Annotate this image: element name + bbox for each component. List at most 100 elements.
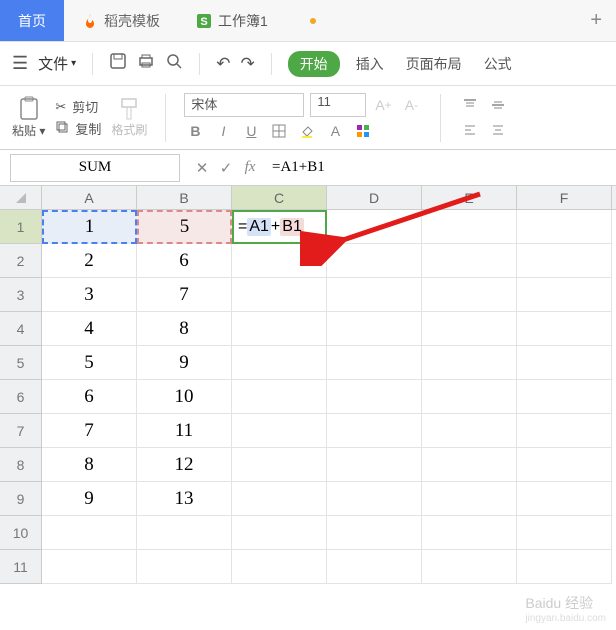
cell-D10[interactable] xyxy=(327,516,422,550)
cell-E4[interactable] xyxy=(422,312,517,346)
cell-C2[interactable] xyxy=(232,244,327,278)
font-size-select[interactable]: 11 xyxy=(310,93,366,117)
select-all-corner[interactable] xyxy=(0,186,42,209)
cell-C7[interactable] xyxy=(232,414,327,448)
increase-font-icon[interactable]: A+ xyxy=(372,94,394,116)
ribbon-start[interactable]: 开始 xyxy=(288,51,340,77)
cell-F4[interactable] xyxy=(517,312,612,346)
cell-A4[interactable]: 4 xyxy=(42,312,137,346)
cell-F1[interactable] xyxy=(517,210,612,244)
cell-F10[interactable] xyxy=(517,516,612,550)
cell-D11[interactable] xyxy=(327,550,422,584)
redo-icon[interactable]: ↷ xyxy=(240,54,254,74)
cell-E10[interactable] xyxy=(422,516,517,550)
cell-B4[interactable]: 8 xyxy=(137,312,232,346)
cell-D3[interactable] xyxy=(327,278,422,312)
cell-B2[interactable]: 6 xyxy=(137,244,232,278)
cell-E6[interactable] xyxy=(422,380,517,414)
row-header[interactable]: 4 xyxy=(0,312,42,346)
cell-E9[interactable] xyxy=(422,482,517,516)
cell-B6[interactable]: 10 xyxy=(137,380,232,414)
cell-B3[interactable]: 7 xyxy=(137,278,232,312)
formula-input[interactable] xyxy=(262,159,616,176)
cell-C10[interactable] xyxy=(232,516,327,550)
tab-workbook[interactable]: S 工作簿1 xyxy=(178,0,286,41)
cell-D1[interactable] xyxy=(327,210,422,244)
cell-A5[interactable]: 5 xyxy=(42,346,137,380)
align-middle-icon[interactable] xyxy=(487,94,509,116)
fill-color-button[interactable] xyxy=(296,120,318,142)
cell-B7[interactable]: 11 xyxy=(137,414,232,448)
row-header[interactable]: 8 xyxy=(0,448,42,482)
col-F[interactable]: F xyxy=(517,186,612,209)
cell-C1[interactable]: =A1 + B1 xyxy=(232,210,327,244)
cell-D8[interactable] xyxy=(327,448,422,482)
menu-icon[interactable]: ☰ xyxy=(12,53,28,74)
cell-F9[interactable] xyxy=(517,482,612,516)
row-header[interactable]: 7 xyxy=(0,414,42,448)
tab-home[interactable]: 首页 xyxy=(0,0,64,41)
cell-E5[interactable] xyxy=(422,346,517,380)
undo-icon[interactable]: ↶ xyxy=(216,54,230,74)
row-header[interactable]: 10 xyxy=(0,516,42,550)
file-menu[interactable]: 文件▾ xyxy=(38,53,76,74)
format-painter-button[interactable]: 格式刷 xyxy=(111,97,147,138)
decrease-font-icon[interactable]: A- xyxy=(400,94,422,116)
cell-D4[interactable] xyxy=(327,312,422,346)
cell-F11[interactable] xyxy=(517,550,612,584)
tab-docer[interactable]: 稻壳模板 xyxy=(64,0,178,41)
cell-B8[interactable]: 12 xyxy=(137,448,232,482)
cell-A7[interactable]: 7 xyxy=(42,414,137,448)
cell-B1[interactable]: 5 xyxy=(137,210,232,244)
row-header[interactable]: 6 xyxy=(0,380,42,414)
row-header[interactable]: 5 xyxy=(0,346,42,380)
row-header[interactable]: 9 xyxy=(0,482,42,516)
cell-F6[interactable] xyxy=(517,380,612,414)
ribbon-formula[interactable]: 公式 xyxy=(478,50,518,78)
print-icon[interactable] xyxy=(137,52,155,75)
underline-button[interactable]: U xyxy=(240,120,262,142)
align-left-icon[interactable] xyxy=(459,119,481,141)
row-header[interactable]: 3 xyxy=(0,278,42,312)
cell-D2[interactable] xyxy=(327,244,422,278)
cell-B5[interactable]: 9 xyxy=(137,346,232,380)
row-header[interactable]: 1 xyxy=(0,210,42,244)
align-center-icon[interactable] xyxy=(487,119,509,141)
row-header[interactable]: 2 xyxy=(0,244,42,278)
cell-D6[interactable] xyxy=(327,380,422,414)
col-D[interactable]: D xyxy=(327,186,422,209)
name-box[interactable]: SUM xyxy=(10,154,180,182)
cell-B9[interactable]: 13 xyxy=(137,482,232,516)
copy-button[interactable]: 复制 xyxy=(55,119,101,138)
cell-C8[interactable] xyxy=(232,448,327,482)
accept-formula-icon[interactable]: ✓ xyxy=(214,159,238,177)
paste-button[interactable]: 粘贴 ▾ xyxy=(12,96,45,139)
cell-A8[interactable]: 8 xyxy=(42,448,137,482)
new-tab-button[interactable]: + xyxy=(576,9,616,32)
cell-E2[interactable] xyxy=(422,244,517,278)
cell-D7[interactable] xyxy=(327,414,422,448)
cell-B11[interactable] xyxy=(137,550,232,584)
cell-D9[interactable] xyxy=(327,482,422,516)
cancel-formula-icon[interactable]: ✕ xyxy=(190,159,214,177)
cell-A2[interactable]: 2 xyxy=(42,244,137,278)
cell-F2[interactable] xyxy=(517,244,612,278)
cell-A11[interactable] xyxy=(42,550,137,584)
font-name-select[interactable]: 宋体 xyxy=(184,93,304,117)
cell-styles-button[interactable] xyxy=(352,120,374,142)
save-icon[interactable] xyxy=(109,52,127,75)
cell-F7[interactable] xyxy=(517,414,612,448)
col-A[interactable]: A xyxy=(42,186,137,209)
cell-E1[interactable] xyxy=(422,210,517,244)
cell-E11[interactable] xyxy=(422,550,517,584)
cell-D5[interactable] xyxy=(327,346,422,380)
cell-C4[interactable] xyxy=(232,312,327,346)
cell-F5[interactable] xyxy=(517,346,612,380)
cell-C6[interactable] xyxy=(232,380,327,414)
bold-button[interactable]: B xyxy=(184,120,206,142)
col-E[interactable]: E xyxy=(422,186,517,209)
cell-A1[interactable]: 1 xyxy=(42,210,137,244)
cell-C5[interactable] xyxy=(232,346,327,380)
align-top-icon[interactable] xyxy=(459,94,481,116)
cell-F3[interactable] xyxy=(517,278,612,312)
